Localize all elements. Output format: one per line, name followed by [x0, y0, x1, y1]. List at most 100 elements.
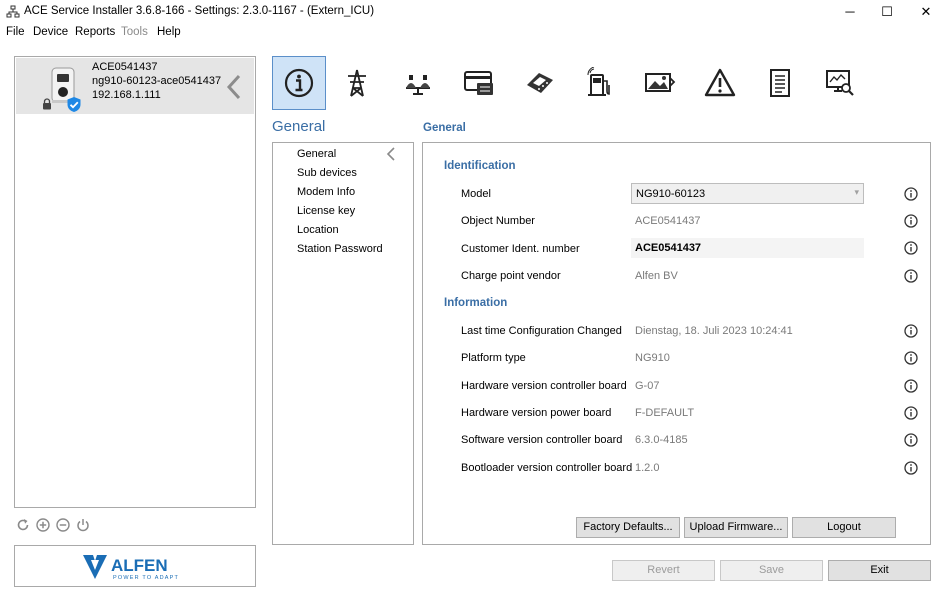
exit-button[interactable]: Exit	[828, 560, 931, 581]
info-icon[interactable]	[904, 214, 918, 228]
upload-firmware-button[interactable]: Upload Firmware...	[684, 517, 788, 538]
device-info: ACE0541437 ng910-60123-ace0541437 192.16…	[92, 60, 221, 102]
section-title: General	[272, 118, 326, 135]
chevron-down-icon: ▾	[854, 187, 859, 197]
menu-tools[interactable]: Tools	[121, 26, 148, 38]
info-label-config-changed: Last time Configuration Changed	[461, 325, 622, 337]
device-list: ACE0541437 ng910-60123-ace0541437 192.16…	[14, 56, 256, 508]
vendor-value: Alfen BV	[635, 270, 678, 282]
menu-bar: File Device Reports Tools Help	[0, 24, 945, 42]
device-list-item[interactable]: ACE0541437 ng910-60123-ace0541437 192.16…	[16, 58, 254, 114]
tab-card-reader[interactable]	[452, 56, 506, 110]
tab-diagnostics[interactable]	[813, 56, 867, 110]
charging-station-icon	[587, 67, 610, 96]
subnav-item-modem-info[interactable]: Modem Info	[297, 186, 355, 198]
info-icon[interactable]	[904, 406, 918, 420]
add-icon[interactable]	[36, 518, 50, 532]
alfen-logo: ALFEN POWER TO ADAPT	[83, 555, 179, 581]
diagnostics-icon	[826, 70, 854, 96]
general-settings-panel: Identification Model NG910-60123 ▾ Objec…	[422, 142, 931, 545]
maximize-button[interactable]: ☐	[869, 0, 905, 24]
tab-reports[interactable]	[753, 56, 807, 110]
info-value-sw-controller: 6.3.0-4185	[635, 434, 688, 446]
tab-warnings[interactable]	[693, 56, 747, 110]
tab-power-grid[interactable]	[330, 56, 384, 110]
logout-button[interactable]: Logout	[792, 517, 896, 538]
window-title: ACE Service Installer 3.6.8-166 - Settin…	[24, 5, 375, 17]
customer-ident-value: ACE0541437	[635, 242, 702, 254]
subnav-item-license-key[interactable]: License key	[297, 205, 355, 217]
tab-charging-station[interactable]	[573, 56, 627, 110]
chevron-left-icon[interactable]	[385, 146, 397, 162]
info-icon[interactable]	[904, 461, 918, 475]
customer-ident-label: Customer Ident. number	[461, 243, 580, 255]
info-value-platform: NG910	[635, 352, 670, 364]
refresh-icon[interactable]	[16, 518, 30, 532]
panel-title: General	[423, 122, 466, 134]
payment-terminal-icon	[527, 73, 553, 93]
tab-general-info[interactable]	[272, 56, 326, 110]
subnav-item-sub-devices[interactable]: Sub devices	[297, 167, 357, 179]
device-ip: 192.168.1.111	[92, 89, 161, 101]
info-icon[interactable]	[904, 187, 918, 201]
brand-tagline: POWER TO ADAPT	[113, 575, 179, 581]
menu-device[interactable]: Device	[33, 26, 68, 38]
subnav-item-location[interactable]: Location	[297, 224, 339, 236]
menu-reports[interactable]: Reports	[75, 26, 115, 38]
customer-ident-field[interactable]: ACE0541437	[631, 238, 864, 258]
factory-defaults-button[interactable]: Factory Defaults...	[576, 517, 680, 538]
tab-load-balancing[interactable]	[391, 56, 445, 110]
revert-button[interactable]: Revert	[612, 560, 715, 581]
info-value-config-changed: Dienstag, 18. Juli 2023 10:24:41	[635, 325, 793, 337]
brand-name: ALFEN	[111, 556, 168, 575]
model-select[interactable]: NG910-60123 ▾	[631, 183, 864, 204]
subnav-list: General Sub devices Modem Info License k…	[272, 142, 414, 545]
vendor-label: Charge point vendor	[461, 270, 561, 282]
warning-icon	[704, 68, 736, 97]
menu-help[interactable]: Help	[157, 26, 181, 38]
document-icon	[770, 69, 790, 97]
info-icon[interactable]	[904, 379, 918, 393]
info-icon[interactable]	[904, 351, 918, 365]
info-label-hw-power: Hardware version power board	[461, 407, 612, 419]
info-value-hw-power: F-DEFAULT	[635, 407, 695, 419]
object-number-value: ACE0541437	[635, 215, 701, 227]
model-label: Model	[461, 188, 491, 200]
save-button[interactable]: Save	[720, 560, 823, 581]
info-label-sw-controller: Software version controller board	[461, 434, 623, 446]
lock-icon	[43, 98, 51, 110]
subnav-item-general[interactable]: General	[297, 148, 336, 160]
object-number-label: Object Number	[461, 215, 535, 227]
info-label-hw-controller: Hardware version controller board	[461, 380, 627, 392]
brand-logo-box: ALFEN POWER TO ADAPT	[14, 545, 256, 587]
app-network-icon	[6, 5, 20, 18]
title-bar: ACE Service Installer 3.6.8-166 - Settin…	[0, 0, 945, 24]
info-label-platform: Platform type	[461, 352, 526, 364]
tab-payment-terminal[interactable]	[513, 56, 567, 110]
info-icon[interactable]	[904, 241, 918, 255]
menu-file[interactable]: File	[6, 26, 25, 38]
model-value: NG910-60123	[636, 188, 706, 200]
card-reader-icon	[464, 71, 493, 95]
tab-display[interactable]	[633, 56, 687, 110]
power-icon[interactable]	[76, 518, 90, 532]
info-icon[interactable]	[904, 433, 918, 447]
display-icon	[645, 73, 676, 92]
device-name: ACE0541437	[92, 61, 158, 73]
info-value-bootloader: 1.2.0	[635, 462, 660, 474]
balance-icon	[406, 75, 430, 95]
subnav-item-station-password[interactable]: Station Password	[297, 243, 383, 255]
minimize-button[interactable]: ─	[832, 0, 868, 24]
information-heading: Information	[444, 297, 508, 309]
close-button[interactable]: ✕	[908, 0, 944, 24]
info-icon[interactable]	[904, 269, 918, 283]
device-id: ng910-60123-ace0541437	[92, 75, 222, 87]
info-label-bootloader: Bootloader version controller board	[461, 462, 633, 474]
remove-icon[interactable]	[56, 518, 70, 532]
info-icon[interactable]	[904, 324, 918, 338]
power-tower-icon	[348, 69, 366, 97]
info-icon	[284, 68, 314, 98]
identification-heading: Identification	[444, 160, 516, 172]
chevron-left-icon[interactable]	[224, 72, 244, 102]
checkmark-shield-icon	[67, 97, 81, 112]
